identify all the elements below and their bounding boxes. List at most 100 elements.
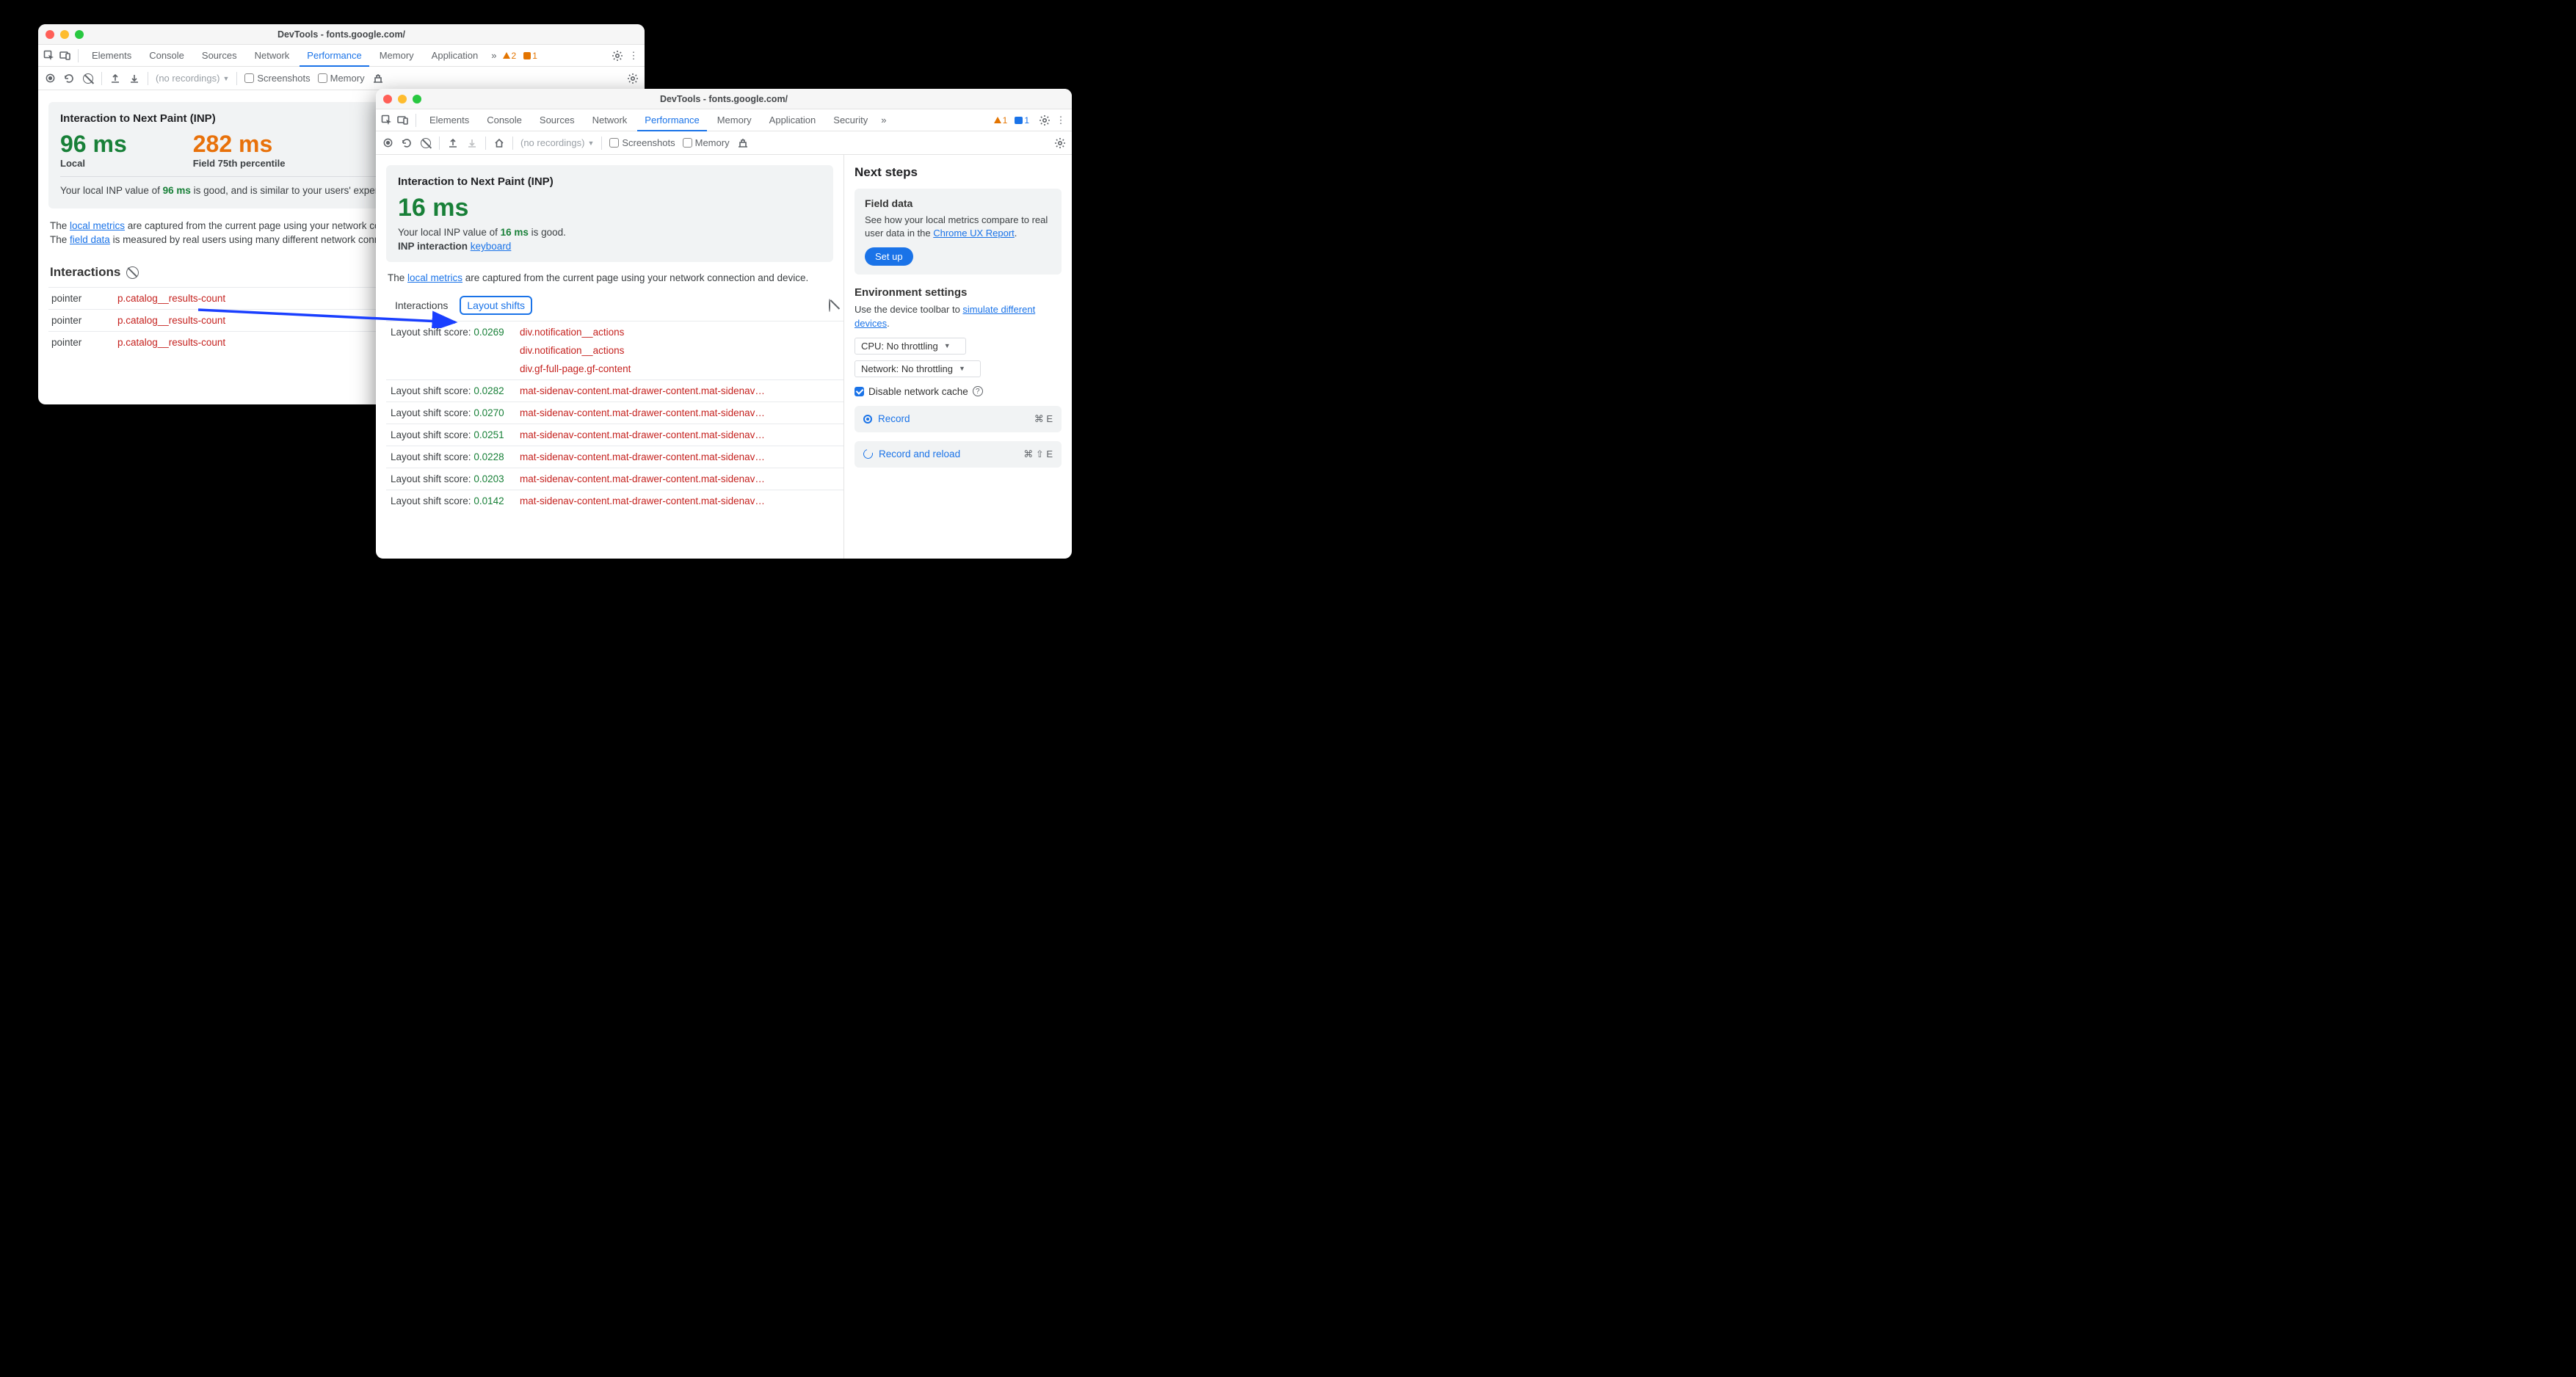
- cpu-throttle-select[interactable]: CPU: No throttling: [855, 338, 966, 355]
- keyboard-link[interactable]: keyboard: [471, 241, 512, 252]
- home-icon[interactable]: [493, 137, 505, 149]
- clear-interactions-icon[interactable]: [126, 266, 139, 279]
- tab-performance[interactable]: Performance: [300, 46, 369, 67]
- more-icon[interactable]: ⋮: [1054, 114, 1067, 127]
- memory-checkbox[interactable]: Memory: [318, 73, 365, 84]
- tab-sources[interactable]: Sources: [532, 109, 582, 131]
- inp-local-label: Local: [60, 158, 127, 169]
- record-icon[interactable]: [382, 137, 393, 149]
- inp-field-label: Field 75th percentile: [193, 158, 286, 169]
- tab-application[interactable]: Application: [762, 109, 824, 131]
- tab-memory[interactable]: Memory: [710, 109, 759, 131]
- download-icon: [466, 137, 478, 149]
- screenshots-checkbox[interactable]: Screenshots: [609, 137, 675, 148]
- list-item[interactable]: Layout shift score: 0.0228mat-sidenav-co…: [386, 446, 843, 468]
- divider: [601, 137, 602, 150]
- divider: [236, 72, 237, 85]
- tab-elements[interactable]: Elements: [84, 45, 139, 66]
- tab-performance[interactable]: Performance: [637, 110, 706, 131]
- gear-icon[interactable]: [1038, 114, 1051, 127]
- list-item[interactable]: Layout shift score: 0.0282mat-sidenav-co…: [386, 379, 843, 402]
- upload-icon[interactable]: [447, 137, 459, 149]
- field-data-link[interactable]: field data: [70, 234, 110, 245]
- warnings-badge[interactable]: 1: [994, 115, 1008, 126]
- memory-checkbox[interactable]: Memory: [683, 137, 730, 148]
- divider: [485, 137, 486, 150]
- tab-console[interactable]: Console: [479, 109, 529, 131]
- reload-icon[interactable]: [63, 73, 75, 84]
- tab-elements[interactable]: Elements: [422, 109, 476, 131]
- tabs-overflow[interactable]: »: [878, 115, 889, 126]
- environment-settings: Environment settings Use the device tool…: [855, 286, 1062, 396]
- tab-network[interactable]: Network: [585, 109, 635, 131]
- list-item[interactable]: Layout shift score: 0.0142mat-sidenav-co…: [386, 490, 843, 512]
- disable-cache-checkbox[interactable]: Disable network cache?: [855, 386, 1062, 397]
- traffic-lights: [46, 30, 84, 39]
- close-icon[interactable]: [383, 95, 392, 103]
- inp-description: Your local INP value of 16 ms is good.: [398, 227, 821, 238]
- inp-interaction-line: INP interaction keyboard: [398, 241, 821, 252]
- device-toolbar-icon[interactable]: [59, 49, 72, 62]
- record-icon[interactable]: [44, 73, 56, 84]
- device-toolbar-icon[interactable]: [396, 114, 410, 127]
- recordings-dropdown[interactable]: (no recordings)▼: [156, 73, 229, 84]
- screenshots-checkbox[interactable]: Screenshots: [244, 73, 310, 84]
- record-action[interactable]: Record ⌘ E: [855, 406, 1062, 432]
- help-icon[interactable]: ?: [973, 386, 983, 396]
- inspect-icon[interactable]: [380, 114, 393, 127]
- next-steps-title: Next steps: [855, 165, 1062, 180]
- close-icon[interactable]: [46, 30, 54, 39]
- issues-badge[interactable]: 1: [523, 51, 537, 61]
- warnings-badge[interactable]: 2: [503, 51, 517, 61]
- field-data-desc: See how your local metrics compare to re…: [865, 214, 1051, 240]
- clear-layout-shifts-icon[interactable]: [829, 299, 830, 311]
- layout-shifts-list: Layout shift score: 0.0269 div.notificat…: [386, 321, 843, 512]
- upload-icon[interactable]: [109, 73, 121, 84]
- zoom-icon[interactable]: [413, 95, 421, 103]
- setup-button[interactable]: Set up: [865, 247, 913, 266]
- perf-toolbar: (no recordings)▼ Screenshots Memory: [38, 67, 645, 90]
- tab-security[interactable]: Security: [826, 109, 875, 131]
- inp-card: Interaction to Next Paint (INP) 16 ms Yo…: [386, 165, 833, 262]
- side-panel: Next steps Field data See how your local…: [844, 155, 1072, 559]
- tab-network[interactable]: Network: [247, 45, 297, 66]
- local-metrics-link[interactable]: local metrics: [407, 272, 462, 283]
- download-icon[interactable]: [128, 73, 140, 84]
- subtab-interactions[interactable]: Interactions: [391, 297, 452, 314]
- messages-badge[interactable]: 1: [1015, 115, 1029, 126]
- inspect-icon[interactable]: [43, 49, 56, 62]
- clear-icon[interactable]: [420, 137, 432, 149]
- garbage-collect-icon[interactable]: [737, 137, 749, 149]
- tabs-overflow[interactable]: »: [488, 50, 499, 61]
- gear-icon[interactable]: [611, 49, 624, 62]
- panel-gear-icon[interactable]: [627, 73, 639, 84]
- list-item[interactable]: Layout shift score: 0.0203mat-sidenav-co…: [386, 468, 843, 490]
- garbage-collect-icon[interactable]: [372, 73, 384, 84]
- local-metrics-link[interactable]: local metrics: [70, 220, 125, 231]
- minimize-icon[interactable]: [398, 95, 407, 103]
- list-item[interactable]: Layout shift score: 0.0251mat-sidenav-co…: [386, 424, 843, 446]
- clear-icon[interactable]: [82, 73, 94, 84]
- crux-link[interactable]: Chrome UX Report: [933, 228, 1015, 239]
- panel-gear-icon[interactable]: [1054, 137, 1066, 149]
- minimize-icon[interactable]: [60, 30, 69, 39]
- tab-application[interactable]: Application: [424, 45, 486, 66]
- list-item[interactable]: Layout shift score: 0.0269 div.notificat…: [386, 321, 843, 379]
- zoom-icon[interactable]: [75, 30, 84, 39]
- more-icon[interactable]: ⋮: [627, 49, 640, 62]
- tab-bar: Elements Console Sources Network Perform…: [376, 109, 1072, 131]
- titlebar: DevTools - fonts.google.com/: [38, 24, 645, 45]
- subtab-layout-shifts[interactable]: Layout shifts: [460, 296, 532, 315]
- record-reload-action[interactable]: Record and reload ⌘ ⇧ E: [855, 441, 1062, 468]
- tab-sources[interactable]: Sources: [195, 45, 244, 66]
- shortcut-label: ⌘ ⇧ E: [1023, 448, 1053, 460]
- divider: [101, 72, 102, 85]
- divider: [78, 49, 79, 62]
- sub-tabs: Interactions Layout shifts: [391, 296, 843, 315]
- reload-icon[interactable]: [401, 137, 413, 149]
- tab-console[interactable]: Console: [142, 45, 192, 66]
- network-throttle-select[interactable]: Network: No throttling: [855, 360, 981, 377]
- recordings-dropdown[interactable]: (no recordings)▼: [520, 137, 594, 148]
- tab-memory[interactable]: Memory: [372, 45, 421, 66]
- list-item[interactable]: Layout shift score: 0.0270mat-sidenav-co…: [386, 402, 843, 424]
